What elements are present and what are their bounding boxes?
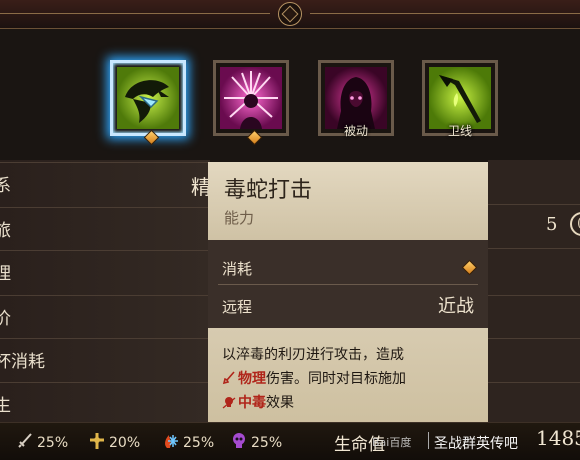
resist-dark: 25%	[230, 432, 282, 451]
skill-tooltip: 毒蛇打击 能力 消耗 远程 近战 以淬毒的利刃进行攻击，造成 物理伤害。同时对目…	[208, 162, 488, 430]
stat-label: 生	[0, 396, 11, 416]
resist-value: 25%	[37, 435, 69, 451]
frame-line-right	[310, 13, 580, 14]
watermark-text: 圣战群英传吧	[434, 436, 518, 452]
divider	[488, 382, 580, 383]
life-value: 1485	[536, 426, 580, 450]
skull-icon	[233, 433, 245, 448]
stat-label: 价	[0, 309, 11, 329]
divider	[218, 284, 478, 285]
poison-skull-icon	[222, 397, 236, 409]
divider	[428, 432, 429, 449]
skill-gem-icon	[246, 129, 263, 146]
stat-label: 杯消耗	[0, 352, 45, 372]
resist-value: 25%	[251, 435, 283, 451]
skill-slot-poison-snake[interactable]	[110, 60, 186, 146]
top-frame	[0, 0, 580, 29]
stat-label: 旅	[0, 221, 11, 241]
sword-icon	[18, 433, 32, 448]
stat-row: 生	[0, 382, 230, 417]
range-value: 近战	[438, 296, 474, 317]
stat-label: 理	[0, 264, 11, 284]
physical-keyword: 物理	[238, 371, 266, 387]
stat-label: 系	[0, 176, 11, 196]
stat-value: 5	[546, 214, 558, 235]
resist-holy: 20%	[88, 432, 140, 451]
range-label: 远程	[222, 298, 253, 316]
skill-slot-green-spear[interactable]: 卫线	[422, 60, 498, 138]
tooltip-subtitle: 能力	[224, 209, 255, 227]
cross-icon	[90, 433, 104, 449]
frame-ornament-icon	[278, 2, 302, 26]
tooltip-cost-row: 消耗	[222, 258, 478, 279]
divider	[488, 295, 580, 296]
desc-line: 物理伤害。同时对目标施加	[222, 368, 406, 388]
stat-row: 理	[0, 250, 230, 285]
fire-frost-icon	[165, 435, 178, 448]
skill-slot-hooded-figure[interactable]: 被动	[318, 60, 394, 138]
poison-keyword: 中毒	[238, 395, 266, 411]
skill-tag-label: 被动	[343, 124, 368, 138]
spear-icon	[429, 67, 491, 129]
desc-text: 效果	[266, 395, 294, 411]
resist-value: 25%	[183, 435, 215, 451]
skill-gem-icon	[143, 129, 160, 146]
sword-icon	[222, 371, 235, 385]
hooded-figure-icon	[325, 67, 387, 129]
skill-slot-radiant-burst[interactable]	[213, 60, 289, 146]
stat-row: 价	[0, 295, 230, 330]
right-panel	[488, 160, 580, 430]
tooltip-description: 以淬毒的利刃进行攻击，造成 物理伤害。同时对目标施加 中毒效果	[208, 328, 488, 430]
stat-row: 杯消耗	[0, 338, 230, 373]
stat-row: 旅	[0, 207, 230, 242]
desc-text: 伤害。同时对目标施加	[266, 371, 406, 387]
divider	[488, 204, 580, 205]
tooltip-title: 毒蛇打击	[224, 178, 313, 203]
tooltip-range-row: 远程 近战	[222, 296, 474, 317]
snake-icon	[117, 67, 179, 129]
watermark-logo: Bai百度	[372, 436, 412, 449]
skill-tag-label: 卫线	[447, 124, 472, 138]
desc-line: 以淬毒的利刃进行攻击，造成	[222, 347, 404, 363]
radiant-burst-icon	[220, 67, 282, 129]
tooltip-header: 毒蛇打击 能力	[208, 162, 488, 240]
divider	[488, 338, 580, 339]
resist-physical: 25%	[16, 432, 68, 451]
divider	[488, 248, 580, 249]
resist-value: 20%	[109, 435, 141, 451]
resist-elemental: 25%	[162, 432, 214, 451]
desc-line: 中毒效果	[222, 392, 294, 412]
cost-label: 消耗	[222, 260, 253, 278]
frame-line-left	[0, 13, 270, 14]
